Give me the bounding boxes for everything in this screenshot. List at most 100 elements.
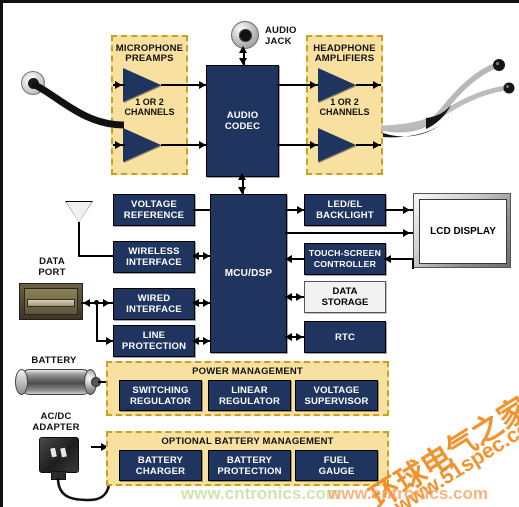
switching-regulator-line1: SWITCHING [132,384,189,396]
arrow-rtc-left [285,333,292,341]
audio-codec-line1: AUDIO [226,110,259,121]
lcd-display-bezel: LCD DISPLAY [413,193,511,268]
lcd-display-screen: LCD DISPLAY [419,199,507,264]
stethoscope-headphone-icon [381,59,515,138]
voltage-reference-block: VOLTAGE REFERENCE [113,194,195,226]
battery-charger-line1: BATTERY [137,454,184,466]
voltage-supervisor-line2: SUPERVISOR [304,395,369,407]
wireless-interface-line1: WIRELESS [128,246,180,257]
watermark-cntronics: www.cntronics.com [328,484,488,503]
antenna-icon [66,202,92,222]
arrow-touch-to-mcu [285,255,292,263]
line-battery-power [98,381,106,383]
ac-adapter-label-line1: AC/DC [40,411,72,422]
arrow-wireless-right [203,252,210,260]
antenna-mast [78,222,80,255]
wireless-interface-line2: INTERFACE [126,257,182,268]
lcd-display-label: LCD DISPLAY [430,226,496,237]
audio-jack-hole [238,28,252,42]
arrow-backlight-lcd [403,206,410,214]
hp-group-subtitle-line2: CHANNELS [319,107,370,117]
usb-port-contact-bar [27,298,75,307]
linear-regulator-line2: REGULATOR [218,395,281,407]
data-storage-line2: STORAGE [321,297,369,308]
arrow-codec-mcu-up [238,173,246,180]
line-mcu-lcd-direct [285,232,413,234]
arrow-hp1-out [373,81,380,89]
battery-protection-line2: PROTECTION [217,465,282,477]
arrow-hp2-out [373,141,380,149]
fuel-gauge-line1: FUEL [323,454,350,466]
voltage-reference-line1: VOLTAGE [131,199,177,210]
led-el-backlight-line1: LED/EL [327,199,363,210]
power-adapter-icon [39,437,79,473]
battery-protection-line1: BATTERY [226,454,273,466]
line-protection-block: LINE PROTECTION [113,325,195,357]
fuel-gauge-line2: GAUGE [318,465,355,477]
block-diagram-canvas: AUDIO JACK MICROPHONE PREAMPS 1 OR 2 CHA… [0,0,519,507]
battery-cap-left [15,369,28,395]
headphone-amp-triangle-1 [318,68,356,102]
arrow-rtc-right [296,333,303,341]
arrow-lineprot-right [203,337,210,345]
wired-interface-block: WIRED INTERFACE [113,288,195,320]
touch-screen-controller-line2: CONTROLLER [313,259,377,269]
adapter-cable [56,477,111,502]
arrow-mic1-codec [199,81,206,89]
voltage-reference-line2: REFERENCE [123,210,185,221]
arrow-wired-right [203,299,210,307]
battery-management-title: OPTIONAL BATTERY MANAGEMENT [161,436,334,447]
touch-screen-controller-line1: TOUCH-SCREEN [308,248,382,258]
arrow-codec-hp2 [310,141,317,149]
arrow-wired-left [192,299,199,307]
arrow-lineprot-left [192,337,199,345]
battery-icon [19,369,93,395]
data-port-label-line2: PORT [38,267,66,278]
audio-codec-line2: CODEC [224,121,261,132]
watermark-cntronics-green: www.cntronics.com [181,484,341,503]
mcu-dsp-label: MCU/DSP [224,268,273,279]
headphone-amp-triangle-2 [318,128,356,162]
ac-adapter-label-line2: ADAPTER [32,422,80,433]
rtc-block: RTC [304,321,386,353]
usb-port-icon [19,283,83,320]
wireless-interface-block: WIRELESS INTERFACE [113,241,195,273]
touch-screen-controller-block: TOUCH-SCREEN CONTROLLER [304,243,386,275]
line-protection-line1: LINE [142,330,166,341]
battery-charger-block: BATTERY CHARGER [119,450,202,481]
arrow-mcu-backlight [297,206,304,214]
line-protection-line2: PROTECTION [121,341,187,352]
hp-group-title-line2: AMPLIFIERS [314,53,375,64]
mcu-dsp-block: MCU/DSP [210,194,287,353]
data-storage-line1: DATA [332,286,358,297]
mic-group-title-line2: PREAMPS [125,53,174,64]
arrow-mic2-codec [199,141,206,149]
arrow-lcd-touch [384,255,391,263]
line-lcd-touch-drop [412,258,414,269]
led-el-backlight-block: LED/EL BACKLIGHT [304,194,386,226]
mic-preamp-triangle-1 [123,68,161,102]
mic-preamp-triangle-2 [123,128,161,162]
arrow-usb-right [103,299,110,307]
arrow-storage-right [296,293,303,301]
mic-cable [31,81,124,129]
rtc-label: RTC [334,331,356,343]
arrow-codec-hp1 [310,81,317,89]
arrow-lineprotection-in [106,337,113,345]
arrow-codec-mcu-down [238,187,246,194]
arrow-mic2-in [115,141,122,149]
wired-interface-line2: INTERFACE [126,304,182,315]
voltage-supervisor-block: VOLTAGE SUPERVISOR [295,380,378,411]
line-usb-to-lineprotection [96,302,98,340]
data-storage-block: DATA STORAGE [304,281,386,313]
audio-jack-icon [231,21,259,49]
led-el-backlight-line2: BACKLIGHT [316,210,374,221]
arrow-jack-up [239,46,247,53]
wired-interface-line1: WIRED [137,293,171,304]
line-vref-mcu [193,209,210,211]
arrow-mcu-lcd [403,229,410,237]
linear-regulator-block: LINEAR REGULATOR [208,380,291,411]
arrow-storage-left [285,293,292,301]
power-management-title: POWER MANAGEMENT [192,366,303,377]
voltage-supervisor-line1: VOLTAGE [313,384,360,396]
